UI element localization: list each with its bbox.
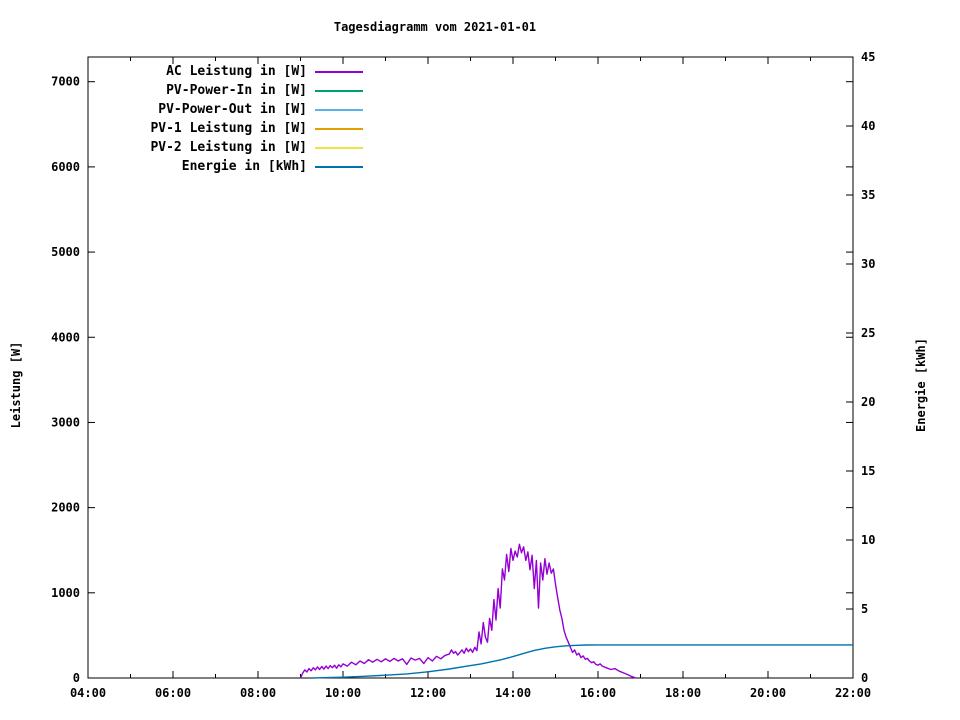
gnuplot-daily-chart-page: { "title": "Tagesdiagramm vom 2021-01-01…: [0, 0, 960, 720]
y1-tick-label: 1000: [51, 586, 80, 600]
legend-line-sample-pv-power-out: [315, 108, 363, 111]
legend-label-energie: Energie in [kWh]: [181, 159, 307, 174]
y1-tick-label: 5000: [51, 245, 80, 259]
y1-tick-label: 3000: [51, 415, 80, 429]
y2-tick-label: 5: [861, 602, 868, 616]
y2-tick-label: 35: [861, 188, 875, 202]
x-tick-label: 18:00: [665, 686, 701, 700]
legend-item-ac-leistung: AC Leistung in [W]: [86, 62, 363, 81]
x-tick-label: 04:00: [70, 686, 106, 700]
y2-tick-label: 30: [861, 257, 875, 271]
y2-tick-label: 10: [861, 533, 875, 547]
series-line-energie: [313, 644, 853, 679]
legend-line-sample-pv2-leistung: [315, 146, 363, 149]
legend-line-sample-energie: [315, 165, 363, 168]
legend-item-pv-power-in: PV-Power-In in [W]: [86, 81, 363, 100]
legend-label-pv-power-out: PV-Power-Out in [W]: [158, 102, 307, 117]
y1-tick-label: 4000: [51, 330, 80, 344]
legend-item-energie: Energie in [kWh]: [86, 157, 363, 176]
legend-label-pv-power-in: PV-Power-In in [W]: [166, 83, 307, 98]
legend-label-pv2-leistung: PV-2 Leistung in [W]: [150, 140, 307, 155]
legend-line-sample-pv1-leistung: [315, 127, 363, 130]
legend-line-sample-ac-leistung: [315, 70, 363, 73]
legend-label-pv1-leistung: PV-1 Leistung in [W]: [150, 121, 307, 136]
x-tick-label: 16:00: [580, 686, 616, 700]
legend-line-sample-pv-power-in: [315, 89, 363, 92]
y2-tick-label: 15: [861, 464, 875, 478]
y2-tick-label: 45: [861, 50, 875, 64]
y2-tick-label: 40: [861, 119, 875, 133]
y2-tick-label: 25: [861, 326, 875, 340]
y2-tick-label: 20: [861, 395, 875, 409]
series-line-ac-leistung: [299, 543, 637, 679]
x-tick-label: 10:00: [325, 686, 361, 700]
legend-item-pv2-leistung: PV-2 Leistung in [W]: [86, 138, 363, 157]
legend-label-ac-leistung: AC Leistung in [W]: [166, 64, 307, 79]
x-tick-label: 06:00: [155, 686, 191, 700]
y1-tick-label: 7000: [51, 75, 80, 89]
y1-tick-label: 0: [73, 671, 80, 685]
x-tick-label: 12:00: [410, 686, 446, 700]
legend: AC Leistung in [W] PV-Power-In in [W] PV-P…: [86, 62, 363, 176]
y2-tick-label: 0: [861, 671, 868, 685]
x-tick-label: 14:00: [495, 686, 531, 700]
legend-item-pv-power-out: PV-Power-Out in [W]: [86, 100, 363, 119]
x-tick-label: 20:00: [750, 686, 786, 700]
legend-item-pv1-leistung: PV-1 Leistung in [W]: [86, 119, 363, 138]
x-tick-label: 22:00: [835, 686, 871, 700]
x-tick-label: 08:00: [240, 686, 276, 700]
y1-tick-label: 6000: [51, 160, 80, 174]
y1-tick-label: 2000: [51, 501, 80, 515]
